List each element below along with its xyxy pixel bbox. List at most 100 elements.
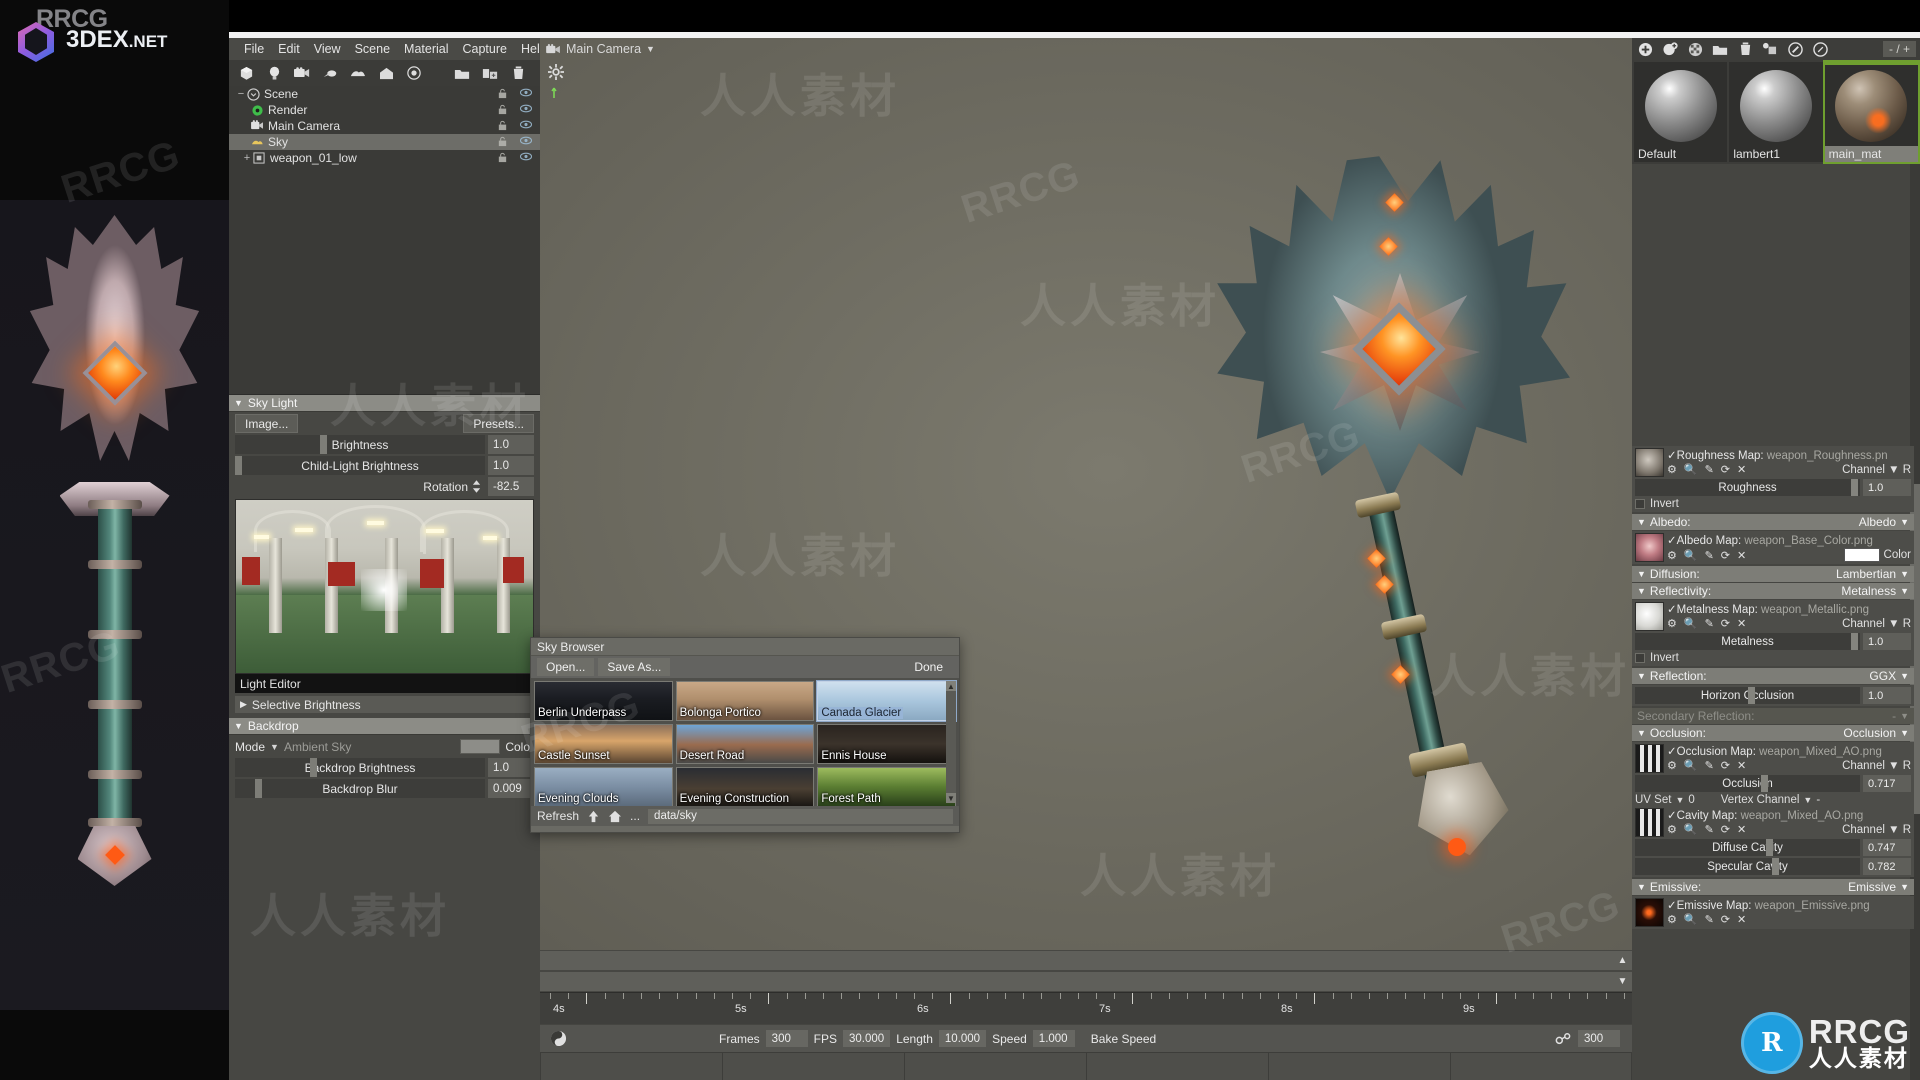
chevron-right-icon[interactable]: ▶: [240, 699, 247, 710]
edit-pencil-icon[interactable]: ✎: [1705, 759, 1714, 772]
search-icon[interactable]: 🔍: [1684, 463, 1698, 476]
lock-icon[interactable]: [497, 136, 509, 148]
length-input[interactable]: 10.000: [938, 1030, 987, 1047]
tree-row-weapon[interactable]: + weapon_01_low: [229, 150, 540, 166]
horizon-occlusion-slider[interactable]: Horizon Occlusion: [1635, 687, 1860, 704]
light-editor-button[interactable]: Light Editor: [235, 674, 534, 693]
image-button[interactable]: Image...: [235, 414, 299, 433]
menu-scene[interactable]: Scene: [348, 40, 397, 58]
gear-icon[interactable]: ⚙: [1667, 823, 1677, 836]
pick-icon[interactable]: [1812, 41, 1828, 57]
diffusion-section-header[interactable]: ▼ Diffusion: Lambertian ▼: [1632, 566, 1914, 582]
remove-x-icon[interactable]: ✕: [1737, 463, 1746, 476]
menu-material[interactable]: Material: [397, 40, 455, 58]
backdrop-color-swatch[interactable]: [460, 739, 501, 754]
diffuse-cavity-slider[interactable]: Diffuse Cavity: [1635, 839, 1860, 856]
reflection-section-header[interactable]: ▼ Reflection: GGX ▼: [1632, 668, 1914, 684]
checkmark-icon[interactable]: ✓: [1667, 900, 1677, 912]
diffuse-cavity-value[interactable]: 0.747: [1863, 839, 1911, 856]
camera-icon[interactable]: [291, 62, 313, 84]
horizon-occlusion-value[interactable]: 1.0: [1863, 687, 1911, 704]
scroll-down-icon[interactable]: ▼: [1615, 974, 1630, 989]
roughness-channel[interactable]: Channel ▼ R: [1842, 464, 1911, 476]
eye-icon[interactable]: [520, 104, 532, 116]
scroll-up-icon[interactable]: ▲: [946, 681, 956, 691]
chevron-down-icon[interactable]: ▼: [1900, 586, 1909, 596]
scroll-down-icon[interactable]: ▼: [946, 793, 956, 803]
gear-icon[interactable]: ⚙: [1667, 913, 1677, 926]
edit-pencil-icon[interactable]: ✎: [1705, 549, 1714, 562]
occlusion-value[interactable]: 0.717: [1863, 775, 1911, 792]
occlusion-section-header[interactable]: ▼ Occlusion: Occlusion ▼: [1632, 725, 1914, 741]
menu-file[interactable]: File: [237, 40, 271, 58]
sky-grid-scrollbar[interactable]: ▲ ▼: [946, 681, 956, 803]
done-button[interactable]: Done: [904, 658, 953, 676]
link-value-input[interactable]: 300: [1578, 1030, 1620, 1047]
sphere-icon[interactable]: [403, 62, 425, 84]
secondary-reflection-value[interactable]: -: [1892, 709, 1896, 723]
sky-thumbnail-item[interactable]: Evening Construction: [675, 767, 815, 806]
chevron-down-icon[interactable]: ▼: [270, 742, 279, 752]
timeline-scroll-bar-top[interactable]: ▲: [540, 950, 1632, 971]
roughness-slider[interactable]: Roughness: [1635, 479, 1860, 496]
link-icon[interactable]: [1555, 1032, 1572, 1045]
assign-icon[interactable]: [1762, 41, 1778, 57]
sky-thumbnail-item[interactable]: Ennis House: [817, 724, 956, 764]
vertex-channel-value[interactable]: -: [1816, 794, 1820, 806]
search-icon[interactable]: 🔍: [1684, 759, 1698, 772]
cavity-channel[interactable]: Channel ▼ R: [1842, 824, 1911, 836]
edit-pencil-icon[interactable]: ✎: [1705, 913, 1714, 926]
material-item-main-mat[interactable]: main_mat: [1822, 60, 1920, 164]
cavity-map-thumbnail[interactable]: [1635, 808, 1664, 837]
tree-twisty-weapon[interactable]: +: [241, 152, 253, 164]
search-icon[interactable]: 🔍: [1684, 913, 1698, 926]
scene-tree[interactable]: − Scene Render Main Camera Sky + weapon_…: [229, 86, 540, 395]
light-icon[interactable]: [319, 62, 341, 84]
albedo-mode-value[interactable]: Albedo: [1859, 515, 1896, 529]
albedo-color-swatch[interactable]: [1843, 548, 1880, 562]
lock-icon[interactable]: [497, 88, 509, 100]
arrow-up-icon[interactable]: [587, 810, 600, 823]
backdrop-icon[interactable]: [375, 62, 397, 84]
roughness-invert-row[interactable]: Invert: [1635, 498, 1911, 510]
backdrop-section-header[interactable]: ▼ Backdrop: [229, 718, 540, 735]
chevron-down-icon[interactable]: ▼: [1900, 728, 1909, 738]
sky-path-input[interactable]: data/sky: [648, 808, 953, 824]
remove-x-icon[interactable]: ✕: [1737, 617, 1746, 630]
gear-icon[interactable]: ⚙: [1667, 463, 1677, 476]
edit-pencil-icon[interactable]: ✎: [1705, 617, 1714, 630]
add-material-icon[interactable]: [1637, 41, 1653, 57]
chevron-down-icon[interactable]: ▼: [1900, 569, 1909, 579]
brightness-slider[interactable]: Brightness: [235, 435, 485, 454]
gear-icon[interactable]: ⚙: [1667, 617, 1677, 630]
gear-icon[interactable]: [548, 64, 564, 80]
reload-icon[interactable]: ⟳: [1721, 549, 1730, 562]
3d-viewport[interactable]: Main Camera ▼: [540, 38, 1632, 996]
edit-pencil-icon[interactable]: ✎: [1705, 823, 1714, 836]
menu-capture[interactable]: Capture: [456, 40, 514, 58]
rotation-value[interactable]: -82.5: [488, 477, 534, 496]
metalness-channel[interactable]: Channel ▼ R: [1842, 618, 1911, 630]
specular-cavity-slider[interactable]: Specular Cavity: [1635, 858, 1860, 875]
metalness-map-thumbnail[interactable]: [1635, 602, 1664, 631]
checkmark-icon[interactable]: ✓: [1667, 535, 1677, 547]
material-item-lambert1[interactable]: lambert1: [1729, 62, 1823, 162]
chevron-down-icon[interactable]: ▼: [1900, 711, 1909, 721]
checker-icon[interactable]: [1687, 41, 1703, 57]
backdrop-blur-slider[interactable]: Backdrop Blur: [235, 779, 485, 798]
lock-icon[interactable]: [497, 104, 509, 116]
weapon-3d-model[interactable]: [1170, 148, 1632, 908]
save-as-button[interactable]: Save As...: [598, 658, 671, 676]
metalness-value[interactable]: 1.0: [1863, 633, 1911, 650]
remove-x-icon[interactable]: ✕: [1737, 759, 1746, 772]
specular-cavity-value[interactable]: 0.782: [1863, 858, 1911, 875]
chevron-down-icon[interactable]: ▼: [1637, 728, 1646, 738]
selective-brightness-section[interactable]: ▶ Selective Brightness: [235, 696, 534, 713]
metalness-slider[interactable]: Metalness: [1635, 633, 1860, 650]
sky-thumbnail-item[interactable]: Canada Glacier: [816, 680, 957, 722]
rotation-stepper-icon[interactable]: [472, 480, 481, 493]
scroll-up-icon[interactable]: ▲: [1615, 953, 1630, 968]
reload-icon[interactable]: ⟳: [1721, 823, 1730, 836]
chevron-down-icon[interactable]: ▼: [1900, 671, 1909, 681]
chevron-down-icon[interactable]: ▼: [1900, 882, 1909, 892]
